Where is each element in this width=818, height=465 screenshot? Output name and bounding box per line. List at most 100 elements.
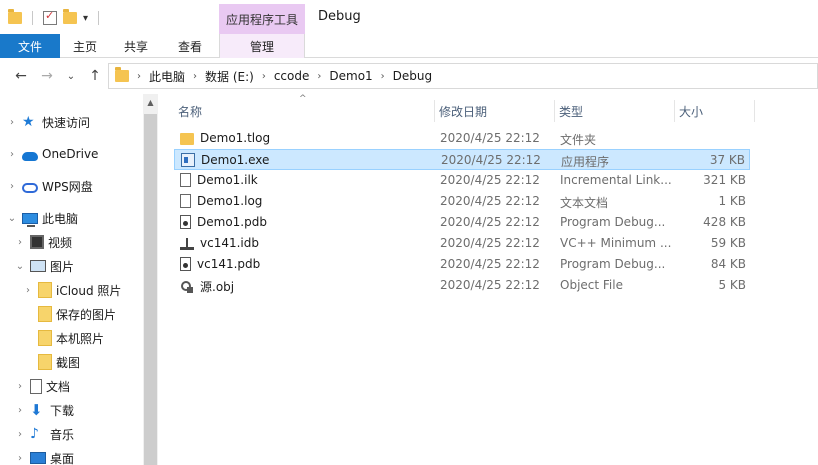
new-folder-icon[interactable] [63, 9, 77, 24]
chevron-right-icon[interactable]: › [6, 181, 18, 192]
tab-home[interactable]: 主页 [60, 34, 110, 58]
recent-locations-dropdown-icon[interactable]: ⌄ [62, 71, 80, 82]
column-header-name[interactable]: 名称 [174, 100, 434, 122]
tab-view[interactable]: 查看 [162, 34, 218, 58]
file-type: Program Debug... [560, 215, 666, 229]
navigation-pane-scrollbar[interactable]: ▲ [143, 94, 158, 465]
scroll-up-arrow-icon[interactable]: ▲ [143, 98, 158, 107]
tab-manage[interactable]: 管理 [219, 34, 305, 58]
chevron-right-icon[interactable]: › [381, 71, 385, 82]
breadcrumb-demo1[interactable]: Demo1 [329, 69, 372, 83]
file-name: 源.obj [200, 280, 235, 294]
file-list: ^ 名称 修改日期 类型 大小 Demo1.tlog 2020/4/25 22:… [158, 94, 818, 465]
column-header-type[interactable]: 类型 [554, 100, 674, 122]
chevron-right-icon[interactable]: › [14, 381, 26, 392]
chevron-right-icon[interactable]: › [22, 285, 34, 296]
chevron-down-icon[interactable]: ⌄ [14, 261, 26, 272]
chevron-right-icon[interactable]: › [14, 429, 26, 440]
tab-share[interactable]: 共享 [110, 34, 162, 58]
star-icon: ★ [22, 114, 35, 130]
chevron-right-icon[interactable]: › [14, 405, 26, 416]
breadcrumb-ccode[interactable]: ccode [274, 69, 310, 83]
chevron-right-icon[interactable]: › [137, 71, 141, 82]
folder-icon [115, 67, 129, 82]
sidebar-item-pictures[interactable]: ⌄ 图片 [14, 254, 74, 278]
text-file-icon [180, 194, 191, 208]
sidebar-item-camera-roll[interactable]: 本机照片 [34, 326, 104, 350]
tab-file[interactable]: 文件 [0, 34, 60, 58]
file-row-demo1-ilk[interactable]: Demo1.ilk 2020/4/25 22:12 Incremental Li… [174, 170, 750, 191]
file-type: 文件夹 [560, 133, 597, 147]
file-row-vc141-pdb[interactable]: vc141.pdb 2020/4/25 22:12 Program Debug.… [174, 254, 750, 275]
navigation-bar: ← → ⌄ ↑ › 此电脑 › 数据 (E:) › ccode › Demo1 … [0, 58, 818, 94]
file-date: 2020/4/25 22:12 [440, 278, 540, 292]
sidebar-item-quick-access[interactable]: › ★ 快速访问 [6, 110, 90, 134]
sidebar-item-icloud-photos[interactable]: › iCloud 照片 [22, 278, 121, 302]
sidebar-item-desktop[interactable]: › 桌面 [14, 446, 74, 465]
chevron-right-icon[interactable]: › [14, 453, 26, 464]
file-date: 2020/4/25 22:12 [440, 194, 540, 208]
sidebar-item-saved-pictures[interactable]: 保存的图片 [34, 302, 116, 326]
breadcrumb-debug[interactable]: Debug [393, 69, 432, 83]
sidebar-item-videos[interactable]: › 视频 [14, 230, 72, 254]
navigation-pane: › ★ 快速访问 › OneDrive › WPS网盘 ⌄ 此电脑 › 视频 ⌄… [0, 94, 143, 465]
file-row-vc141-idb[interactable]: vc141.idb 2020/4/25 22:12 VC++ Minimum .… [174, 233, 750, 254]
sidebar-item-documents[interactable]: › 文档 [14, 374, 70, 398]
chevron-right-icon[interactable]: › [6, 149, 18, 160]
file-name: Demo1.tlog [200, 131, 271, 145]
chevron-right-icon[interactable]: › [6, 117, 18, 128]
sidebar-item-this-pc[interactable]: ⌄ 此电脑 [6, 206, 78, 230]
column-divider [754, 100, 755, 122]
sidebar-item-label: 桌面 [50, 451, 75, 465]
column-header-date-modified[interactable]: 修改日期 [434, 100, 554, 122]
folder-icon [38, 282, 52, 298]
address-bar[interactable]: › 此电脑 › 数据 (E:) › ccode › Demo1 › Debug [108, 63, 818, 89]
column-header-size[interactable]: 大小 [674, 100, 754, 122]
sidebar-item-music[interactable]: › ♪ 音乐 [14, 422, 74, 446]
breadcrumb-this-pc[interactable]: 此电脑 [149, 68, 185, 85]
forward-arrow-icon[interactable]: → [38, 68, 56, 84]
ribbon-tabs: 文件 主页 共享 查看 管理 [0, 34, 818, 58]
file-name: vc141.pdb [197, 257, 261, 271]
properties-icon[interactable] [43, 9, 57, 25]
wps-cloud-icon [22, 182, 38, 193]
sidebar-item-label: 图片 [50, 259, 75, 274]
file-size: 84 KB [710, 257, 746, 271]
file-size: 59 KB [710, 236, 746, 250]
file-row-demo1-exe[interactable]: Demo1.exe 2020/4/25 22:12 应用程序 37 KB [174, 149, 750, 170]
sidebar-item-onedrive[interactable]: › OneDrive [6, 142, 98, 166]
chevron-right-icon[interactable]: › [317, 71, 321, 82]
chevron-down-icon[interactable]: ⌄ [6, 213, 18, 224]
breadcrumb-drive-e[interactable]: 数据 (E:) [205, 68, 254, 85]
title-bar: ▾ 应用程序工具 Debug [0, 0, 818, 34]
file-row-demo1-log[interactable]: Demo1.log 2020/4/25 22:12 文本文档 1 KB [174, 191, 750, 212]
customize-toolbar-dropdown-icon[interactable]: ▾ [83, 13, 88, 24]
download-icon: ⬇ [30, 401, 43, 419]
chevron-right-icon[interactable]: › [14, 237, 26, 248]
folder-icon[interactable] [8, 9, 22, 24]
file-type: 文本文档 [560, 196, 609, 210]
sidebar-item-downloads[interactable]: › ⬇ 下载 [14, 398, 74, 422]
divider [98, 11, 100, 25]
file-type: Object File [560, 278, 623, 292]
file-row-source-obj[interactable]: 源.obj 2020/4/25 22:12 Object File 5 KB [174, 275, 750, 296]
file-row-demo1-pdb[interactable]: Demo1.pdb 2020/4/25 22:12 Program Debug.… [174, 212, 750, 233]
sidebar-item-wps-cloud[interactable]: › WPS网盘 [6, 174, 93, 198]
obj-file-icon [180, 280, 194, 294]
file-size: 428 KB [703, 215, 746, 229]
file-date: 2020/4/25 22:12 [441, 153, 541, 167]
exe-icon [181, 153, 195, 167]
up-arrow-icon[interactable]: ↑ [86, 68, 104, 84]
file-name: Demo1.pdb [197, 215, 267, 229]
scrollbar-thumb[interactable] [144, 114, 157, 465]
sidebar-item-label: 截图 [56, 355, 81, 370]
back-arrow-icon[interactable]: ← [12, 68, 30, 84]
sidebar-item-screenshots[interactable]: 截图 [34, 350, 80, 374]
sidebar-item-label: 本机照片 [56, 331, 105, 346]
chevron-right-icon[interactable]: › [262, 71, 266, 82]
folder-icon [38, 330, 52, 346]
chevron-right-icon[interactable]: › [193, 71, 197, 82]
file-row-demo1-tlog[interactable]: Demo1.tlog 2020/4/25 22:12 文件夹 [174, 128, 750, 149]
file-date: 2020/4/25 22:12 [440, 236, 540, 250]
file-name: Demo1.ilk [197, 173, 258, 187]
